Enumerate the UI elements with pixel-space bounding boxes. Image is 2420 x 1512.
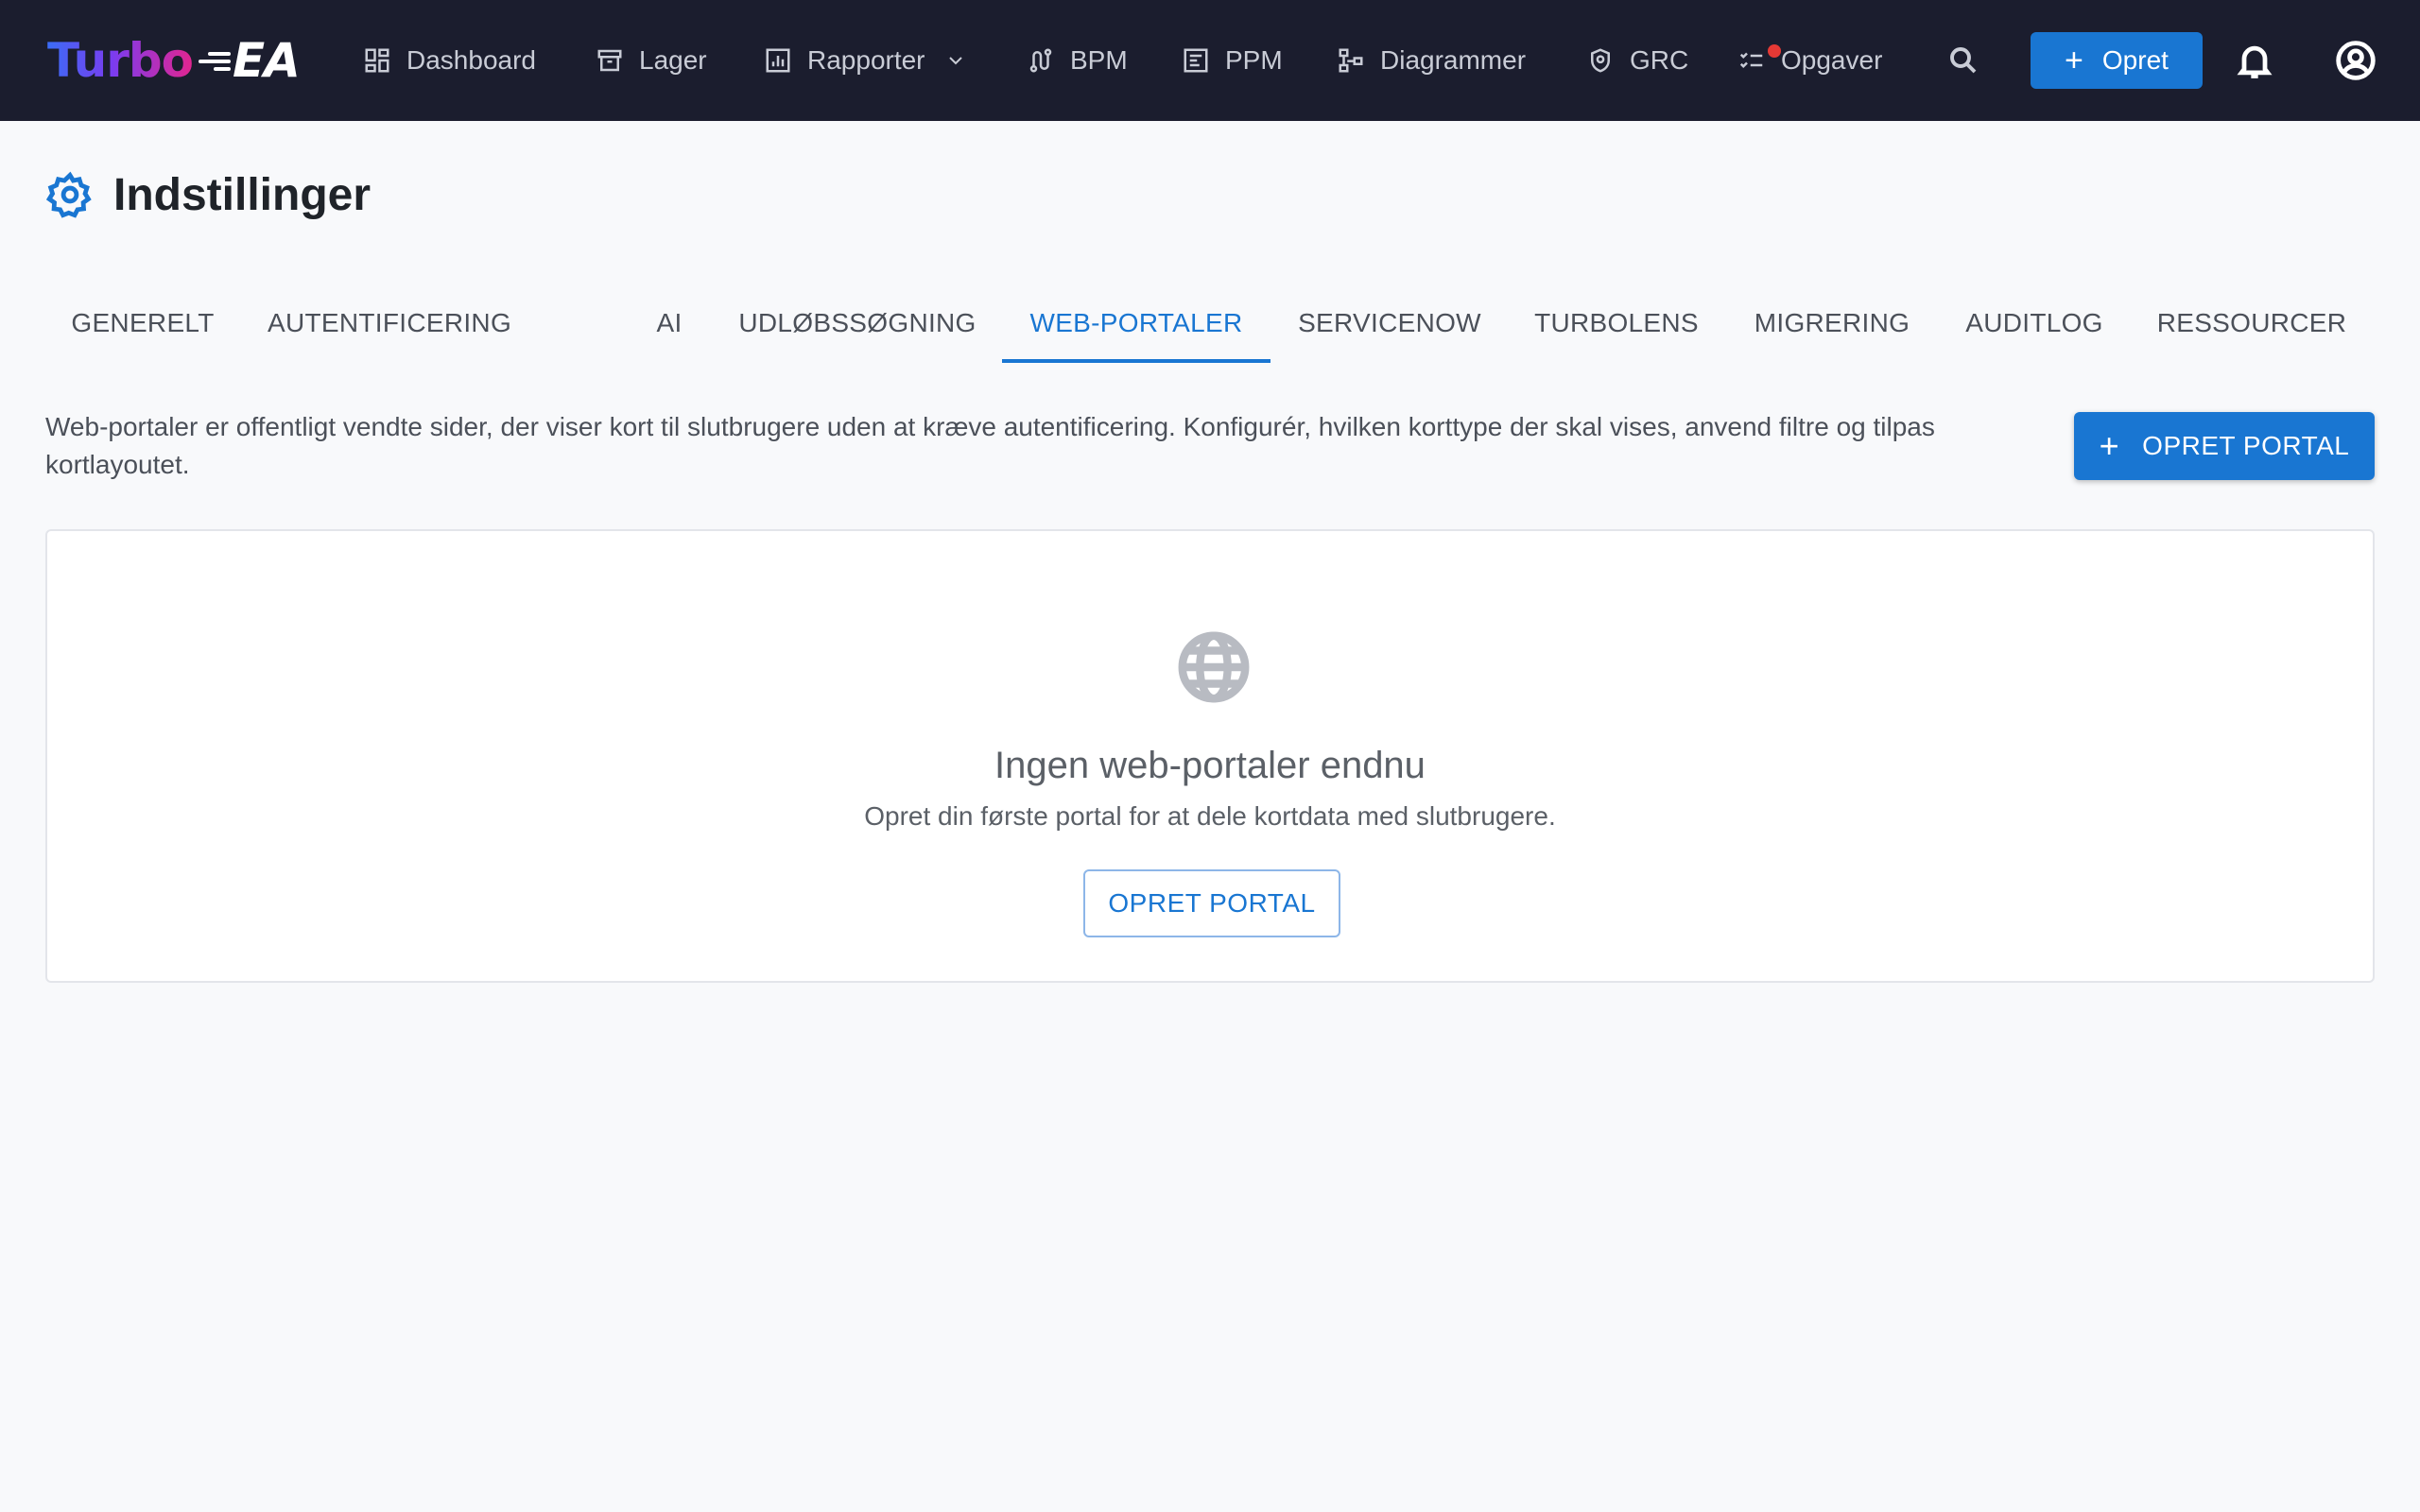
diagram-icon bbox=[1339, 48, 1363, 73]
dashboard-icon bbox=[365, 48, 389, 73]
nav-item-ppm[interactable]: PPM bbox=[1182, 38, 1283, 83]
nav-label: PPM bbox=[1225, 45, 1283, 75]
empty-state-title: Ingen web-portaler endnu bbox=[994, 745, 1426, 786]
checklist-icon bbox=[1739, 52, 1763, 69]
search-icon bbox=[1950, 47, 1977, 74]
tab-ressourcer[interactable]: RESSOURCER bbox=[2129, 284, 2375, 363]
nav-label: Diagrammer bbox=[1380, 45, 1527, 75]
tab-generelt[interactable]: GENERELT bbox=[45, 284, 240, 363]
create-portal-button-label: OPRET PORTAL bbox=[2142, 431, 2350, 460]
top-navigation-bar: Turbo EA Dashboard Lager Rapporter BPM P… bbox=[0, 0, 2420, 121]
plus-icon: + bbox=[2065, 43, 2083, 78]
nav-label: Lager bbox=[639, 45, 707, 75]
plus-icon: + bbox=[2099, 426, 2120, 465]
project-icon bbox=[1184, 48, 1208, 73]
nav-label: GRC bbox=[1630, 45, 1689, 75]
nav-item-opgaver[interactable]: Opgaver bbox=[1737, 38, 1882, 83]
tab-autentificering[interactable]: AUTENTIFICERING bbox=[240, 284, 539, 363]
page-title: Indstillinger bbox=[45, 166, 371, 223]
tab-servicenow[interactable]: SERVICENOW bbox=[1270, 284, 1509, 363]
route-icon bbox=[1029, 48, 1052, 73]
nav-label: Rapporter bbox=[807, 45, 925, 75]
active-tab-indicator bbox=[1002, 359, 1270, 363]
nav-item-grc[interactable]: GRC bbox=[1586, 38, 1688, 83]
turboea-logo[interactable]: Turbo EA bbox=[47, 30, 301, 91]
archive-icon bbox=[597, 49, 622, 72]
tab-migrering[interactable]: MIGRERING bbox=[1724, 284, 1940, 363]
empty-state-create-portal-button[interactable]: OPRET PORTAL bbox=[1083, 869, 1340, 937]
nav-item-dashboard[interactable]: Dashboard bbox=[363, 38, 536, 83]
empty-state-card: Ingen web-portaler endnu Opret din først… bbox=[45, 529, 2375, 983]
web-portals-description: Web-portaler er offentligt vendte sider,… bbox=[45, 412, 1935, 479]
globe-icon bbox=[1178, 631, 1250, 703]
logo-speed-lines-icon bbox=[199, 46, 232, 75]
nav-label: Opgaver bbox=[1781, 45, 1883, 75]
globe-icon-wrap bbox=[1174, 627, 1253, 707]
nav-label: BPM bbox=[1070, 45, 1128, 75]
notifications-button[interactable] bbox=[2228, 34, 2281, 87]
nav-item-rapporter[interactable]: Rapporter bbox=[764, 38, 967, 83]
tab-web-portaler[interactable]: WEB-PORTALER bbox=[1002, 284, 1270, 363]
nav-item-diagrammer[interactable]: Diagrammer bbox=[1337, 38, 1526, 83]
logo-text-ea: EA bbox=[233, 33, 301, 88]
report-icon bbox=[766, 48, 790, 73]
shield-icon bbox=[1591, 48, 1610, 73]
create-button[interactable]: + Opret bbox=[2031, 32, 2203, 89]
checklist-icon-wrap bbox=[1737, 44, 1781, 75]
tab-udlobssogning[interactable]: UDLØBSSØGNING bbox=[724, 284, 991, 363]
create-portal-button[interactable]: + OPRET PORTAL bbox=[2074, 412, 2375, 480]
tab-auditlog[interactable]: AUDITLOG bbox=[1940, 284, 2129, 363]
chevron-down-icon bbox=[948, 57, 962, 65]
page-title-text: Indstillinger bbox=[113, 169, 372, 220]
account-circle-icon bbox=[2336, 41, 2376, 80]
gear-icon bbox=[45, 171, 92, 218]
notification-dot bbox=[1768, 44, 1781, 58]
create-button-label: Opret bbox=[2101, 45, 2169, 75]
bell-icon bbox=[2237, 45, 2273, 78]
nav-item-lager[interactable]: Lager bbox=[596, 38, 707, 83]
empty-state-subtitle: Opret din første portal for at dele kort… bbox=[864, 801, 1556, 831]
account-button[interactable] bbox=[2329, 34, 2382, 87]
nav-item-bpm[interactable]: BPM bbox=[1027, 38, 1128, 83]
nav-label: Dashboard bbox=[406, 45, 536, 75]
tab-turbolens[interactable]: TURBOLENS bbox=[1509, 284, 1724, 363]
settings-tabs: GENERELT AUTENTIFICERING AI UDLØBSSØGNIN… bbox=[45, 284, 2375, 363]
logo-text-turbo: Turbo bbox=[47, 33, 194, 88]
search-button[interactable] bbox=[1943, 40, 1984, 81]
